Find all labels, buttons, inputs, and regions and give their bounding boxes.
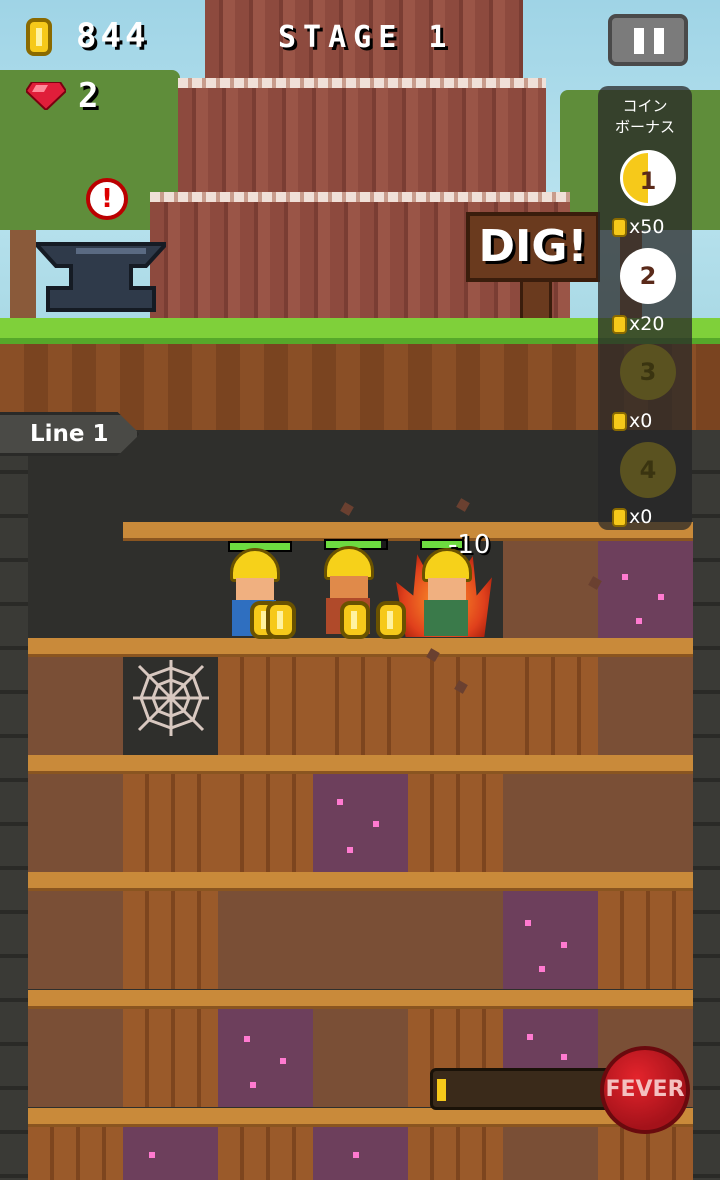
pause-icon [634, 28, 644, 54]
coin-icon [612, 508, 627, 527]
dropped-coin[interactable] [376, 601, 406, 639]
bonus-slot-4: 4 [620, 442, 676, 498]
dirt-block[interactable] [598, 755, 693, 872]
left-rock-wall [0, 430, 28, 1180]
bonus-slot-3: 3 [620, 344, 676, 400]
wood-block[interactable] [218, 755, 313, 872]
dropped-coin[interactable] [340, 601, 370, 639]
ore-block[interactable] [218, 990, 313, 1107]
fever-button[interactable]: FEVER [600, 1046, 690, 1134]
dirt-block[interactable] [503, 522, 598, 639]
wood-block[interactable] [408, 1108, 503, 1180]
coin-count: 844 [76, 16, 150, 56]
alert-icon[interactable]: ! [86, 178, 128, 220]
line-label: Line 1 [0, 412, 140, 456]
coin-icon [612, 315, 627, 334]
tower-band [150, 192, 570, 202]
fever-gauge [430, 1068, 620, 1110]
gem-count: 2 [78, 76, 103, 116]
stage-title: STAGE 1 [278, 20, 454, 55]
wood-block[interactable] [598, 872, 693, 989]
tower-band [178, 78, 546, 88]
bonus-multiplier-1: x50 [612, 216, 664, 238]
dirt-block[interactable] [313, 990, 408, 1107]
wood-block[interactable] [218, 638, 313, 755]
coin-bonus-title: コイン ボーナス [614, 97, 675, 136]
spider-web-icon [133, 660, 209, 736]
damage-number: -10 [448, 530, 491, 560]
wood-block[interactable] [408, 755, 503, 872]
tower-middle [178, 84, 546, 204]
wood-block[interactable] [218, 1108, 313, 1180]
dirt-block[interactable] [28, 990, 123, 1107]
spider-web-block[interactable] [123, 638, 218, 755]
wood-block[interactable] [503, 638, 598, 755]
wood-block[interactable] [123, 755, 218, 872]
dirt-block[interactable] [503, 1108, 598, 1180]
wood-block[interactable] [28, 1108, 123, 1180]
ore-block[interactable] [598, 522, 693, 639]
bonus-slot-1: 1 [620, 150, 676, 206]
coin-icon [612, 412, 627, 431]
dirt-block[interactable] [28, 755, 123, 872]
pause-button[interactable] [608, 14, 688, 66]
bonus-multiplier-3: x0 [612, 410, 652, 432]
coin-icon [612, 218, 627, 237]
coin-bonus-panel: コイン ボーナス 1 x50 2 x20 3 x0 4 x0 [598, 86, 692, 530]
wood-block[interactable] [408, 638, 503, 755]
right-rock-wall [692, 430, 720, 1180]
coin-icon [26, 18, 52, 56]
ore-block[interactable] [313, 1108, 408, 1180]
dirt-block[interactable] [28, 638, 123, 755]
wood-block[interactable] [123, 990, 218, 1107]
dirt-block[interactable] [218, 872, 313, 989]
dirt-block[interactable] [408, 872, 503, 989]
bonus-multiplier-4: x0 [612, 506, 652, 528]
dig-sign: DIG! [466, 212, 600, 282]
game-screen[interactable]: ! DIG! -10 Line 1 コイン ボーナス 1 x50 2 x20 3… [0, 0, 720, 1180]
gem-icon [26, 82, 66, 110]
miner-character[interactable] [418, 548, 476, 638]
wood-block[interactable] [313, 638, 408, 755]
bonus-multiplier-2: x20 [612, 313, 664, 335]
fever-gauge-fill [437, 1079, 446, 1101]
ore-block[interactable] [313, 755, 408, 872]
dirt-block[interactable] [503, 755, 598, 872]
dirt-block[interactable] [598, 638, 693, 755]
anvil-icon[interactable] [36, 238, 166, 318]
bonus-slot-2: 2 [620, 248, 676, 304]
dirt-block[interactable] [313, 872, 408, 989]
dirt-block[interactable] [28, 872, 123, 989]
ore-block[interactable] [123, 1108, 218, 1180]
dropped-coin[interactable] [266, 601, 296, 639]
ore-block[interactable] [503, 872, 598, 989]
wood-block[interactable] [123, 872, 218, 989]
